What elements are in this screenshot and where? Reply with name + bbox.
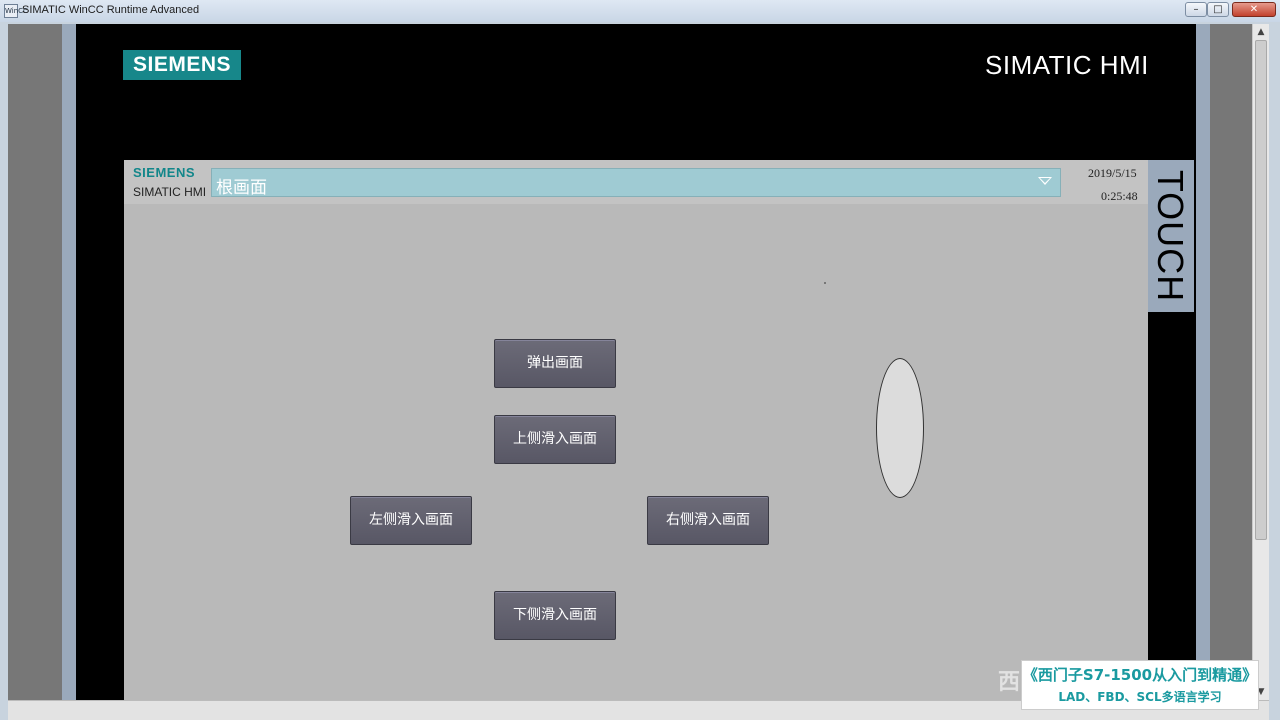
screen-brand: SIEMENS xyxy=(133,165,196,180)
close-button[interactable]: ✕ xyxy=(1232,2,1276,17)
slide-top-button[interactable]: 上侧滑入画面 xyxy=(494,415,616,464)
slide-bottom-button[interactable]: 下侧滑入画面 xyxy=(494,591,616,640)
hmi-screen: SIEMENS SIMATIC HMI 根画面 2019/5/15 0:25:4… xyxy=(124,160,1148,700)
scroll-up-icon[interactable]: ▲ xyxy=(1253,24,1269,40)
screen-brand-sub: SIMATIC HMI xyxy=(133,185,207,199)
slide-right-button[interactable]: 右侧滑入画面 xyxy=(647,496,769,545)
touch-label: TOUCH xyxy=(1150,169,1191,303)
screen-select-value: 根画面 xyxy=(216,178,267,198)
touch-label-bg: TOUCH xyxy=(1148,160,1194,312)
panel-edge-left xyxy=(62,24,76,700)
time-display: 0:25:48 xyxy=(1101,189,1138,203)
product-name: SIMATIC HMI xyxy=(985,50,1149,80)
app-icon: WinCC xyxy=(4,4,28,18)
siemens-logo: SIEMENS xyxy=(123,50,241,80)
slide-left-button[interactable]: 左侧滑入画面 xyxy=(350,496,472,545)
watermark-char: 西 xyxy=(998,670,1021,695)
vertical-scrollbar[interactable]: ▲ ▼ xyxy=(1252,24,1269,700)
popup-screen-button[interactable]: 弹出画面 xyxy=(494,339,616,388)
dot-mark xyxy=(824,282,826,284)
window-title: SIMATIC WinCC Runtime Advanced xyxy=(22,4,200,16)
touch-strip: TOUCH xyxy=(1148,160,1194,700)
promo-subtitle: LAD、FBD、SCL多语言学习 xyxy=(1058,690,1222,704)
promo-banner: 《西门子S7-1500从入门到精通》 LAD、FBD、SCL多语言学习 xyxy=(1021,660,1259,710)
promo-title: 《西门子S7-1500从入门到精通》 xyxy=(1022,666,1258,684)
chevron-down-icon[interactable] xyxy=(1038,177,1052,185)
screen-select-dropdown[interactable]: 根画面 xyxy=(211,168,1061,198)
panel-bezel-right xyxy=(1210,24,1252,700)
panel-edge-right xyxy=(1196,24,1210,700)
screen-header: SIEMENS SIMATIC HMI 根画面 2019/5/15 0:25:4… xyxy=(124,160,1148,204)
window-titlebar: WinCC SIMATIC WinCC Runtime Advanced – □… xyxy=(0,0,1280,23)
maximize-button[interactable]: □ xyxy=(1207,2,1229,17)
ellipse-shape xyxy=(876,358,924,498)
minimize-button[interactable]: – xyxy=(1185,2,1207,17)
date-display: 2019/5/15 xyxy=(1088,166,1137,180)
panel-bezel-left xyxy=(8,24,62,700)
scroll-thumb[interactable] xyxy=(1255,40,1267,540)
